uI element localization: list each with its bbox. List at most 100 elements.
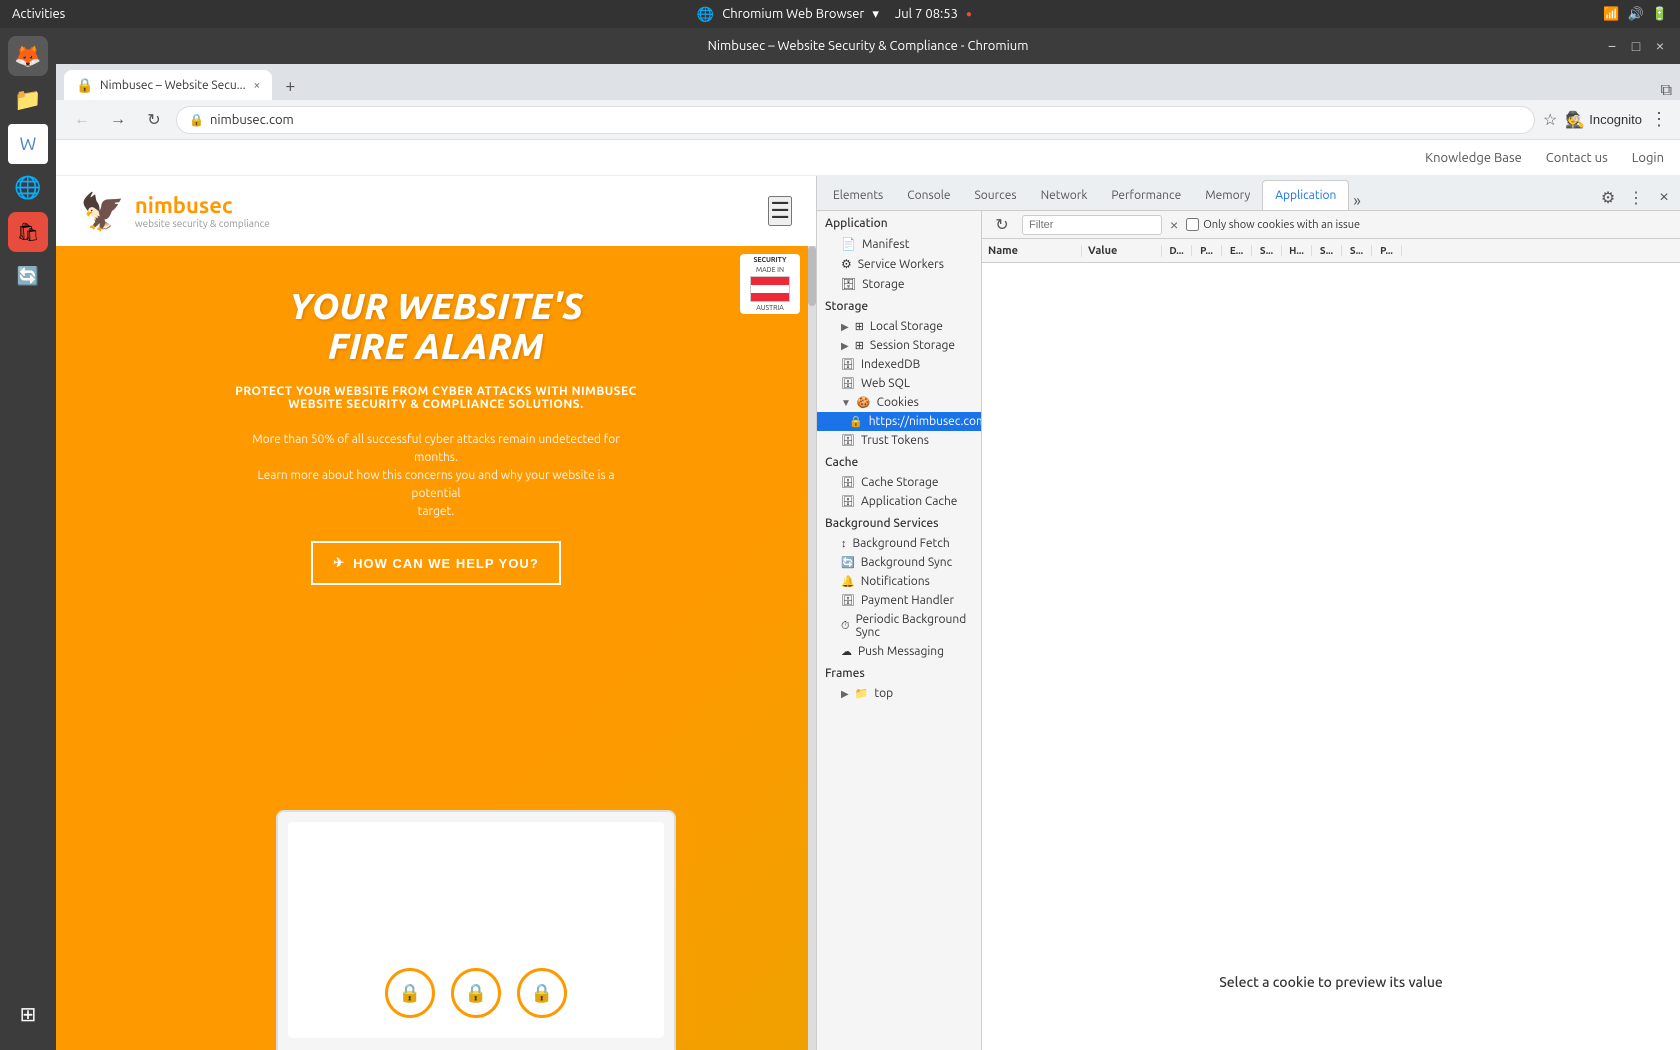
- restore-button[interactable]: ⧉: [1661, 81, 1672, 100]
- cookies-icon: 🍪: [857, 396, 871, 409]
- tab-console[interactable]: Console: [895, 180, 962, 210]
- sidebar-item-manifest[interactable]: 📄 Manifest: [817, 234, 981, 254]
- only-issue-checkbox-label[interactable]: Only show cookies with an issue: [1186, 218, 1360, 231]
- tab-sources[interactable]: Sources: [962, 180, 1028, 210]
- sidebar-item-session-storage[interactable]: ▶ ⊞ Session Storage: [817, 336, 981, 355]
- sidebar-item-cookies[interactable]: ▼ 🍪 Cookies: [817, 393, 981, 412]
- sidebar-item-nimbusec-cookie[interactable]: 🔒 https://nimbusec.com: [817, 412, 981, 431]
- tab-performance[interactable]: Performance: [1099, 180, 1193, 210]
- sidebar-item-app-cache[interactable]: 🗄 Application Cache: [817, 492, 981, 511]
- hero-section: SECURITY MADE IN AUSTRIA YOUR WEBSITE'SF…: [56, 246, 816, 1050]
- hero-visual: 🔒 🔒 🔒: [186, 770, 686, 1050]
- storage-label: Storage: [862, 278, 904, 291]
- url-bar[interactable]: 🔒 nimbusec.com: [176, 106, 1535, 134]
- tab-memory[interactable]: Memory: [1193, 180, 1262, 210]
- tab-elements-label: Elements: [833, 189, 883, 202]
- hamburger-menu-button[interactable]: ☰: [768, 196, 792, 226]
- forward-button[interactable]: →: [104, 106, 132, 134]
- dock-icon-chromium[interactable]: 🌐: [8, 168, 48, 208]
- tab-network[interactable]: Network: [1029, 180, 1100, 210]
- sidebar-section-background: Background Services: [817, 511, 981, 534]
- nav-login[interactable]: Login: [1632, 151, 1664, 165]
- dock-icon-files[interactable]: 📁: [8, 80, 48, 120]
- col-p2-header: P...: [1372, 245, 1402, 256]
- dock: 🦊 📁 W 🌐 🛍 🔄 ⊞: [0, 28, 56, 1050]
- main-content: 🦅 nimbusec website security & compliance…: [56, 176, 1680, 1050]
- session-storage-label: Session Storage: [870, 339, 955, 352]
- hero-body: More than 50% of all successful cyber at…: [236, 431, 636, 521]
- cta-button[interactable]: ✈ HOW CAN WE HELP YOU?: [311, 541, 561, 585]
- incognito-label: Incognito: [1589, 112, 1642, 127]
- bookmark-button[interactable]: ☆: [1543, 110, 1557, 130]
- tab-application[interactable]: Application: [1262, 180, 1349, 210]
- bg-sync-label: Background Sync: [861, 556, 952, 569]
- notifications-icon: 🔔: [841, 575, 855, 588]
- sidebar-item-bg-fetch[interactable]: ↕ Background Fetch: [817, 534, 981, 553]
- website-area: 🦅 nimbusec website security & compliance…: [56, 176, 816, 1050]
- browser-tab[interactable]: 🔒 Nimbusec – Website Secu... ×: [64, 70, 272, 100]
- close-button[interactable]: ×: [1652, 38, 1668, 54]
- app-dropdown-icon[interactable]: ▾: [872, 7, 879, 22]
- new-tab-button[interactable]: +: [276, 72, 304, 100]
- devtools-more-button[interactable]: ⋮: [1624, 186, 1648, 210]
- reload-button[interactable]: ↻: [140, 106, 168, 134]
- sidebar-item-payment-handler[interactable]: 🗄 Payment Handler: [817, 591, 981, 610]
- austria-flag: [750, 276, 790, 302]
- dock-icon-firefox[interactable]: 🦊: [8, 36, 48, 76]
- nav-knowledge-base[interactable]: Knowledge Base: [1425, 151, 1522, 165]
- app-cache-label: Application Cache: [861, 495, 957, 508]
- sidebar-item-periodic-bg-sync[interactable]: ⏱ Periodic Background Sync: [817, 610, 981, 642]
- maximize-button[interactable]: □: [1628, 38, 1644, 54]
- dock-icon-writer[interactable]: W: [8, 124, 48, 164]
- devtools-close-button[interactable]: ×: [1652, 186, 1676, 210]
- browser-menu-button[interactable]: ⋮: [1650, 109, 1668, 130]
- tab-overflow-button[interactable]: »: [1349, 192, 1365, 210]
- sidebar-item-web-sql[interactable]: 🗄 Web SQL: [817, 374, 981, 393]
- only-issue-checkbox[interactable]: [1186, 218, 1199, 231]
- refresh-cookies-button[interactable]: ↻: [990, 213, 1014, 237]
- trust-tokens-icon: 🗄: [841, 434, 855, 447]
- sidebar-item-cache-storage[interactable]: 🗄 Cache Storage: [817, 473, 981, 492]
- website-nav: Knowledge Base Contact us Login: [56, 140, 1680, 176]
- payment-handler-label: Payment Handler: [861, 594, 954, 607]
- col-e-header: E...: [1222, 245, 1252, 256]
- logo-text: nimbusec website security & compliance: [135, 193, 270, 229]
- manifest-label: Manifest: [862, 238, 909, 251]
- devtools-settings-button[interactable]: ⚙: [1596, 186, 1620, 210]
- filter-clear-button[interactable]: ×: [1170, 217, 1178, 233]
- devtools-sidebar: Application 📄 Manifest ⚙ Service Workers…: [817, 211, 982, 1050]
- sidebar-item-service-workers[interactable]: ⚙ Service Workers: [817, 254, 981, 274]
- sidebar-item-indexed-db[interactable]: 🗄 IndexedDB: [817, 355, 981, 374]
- sidebar-item-bg-sync[interactable]: 🔄 Background Sync: [817, 553, 981, 572]
- devtools-tabs: Elements Console Sources Network Perform…: [817, 176, 1680, 211]
- minimize-button[interactable]: −: [1604, 38, 1620, 54]
- dock-icon-apps[interactable]: ⊞: [8, 994, 48, 1034]
- hero-subtitle: PROTECT YOUR WEBSITE FROM CYBER ATTACKS …: [235, 385, 637, 411]
- col-h-header: H...: [1282, 245, 1312, 256]
- sidebar-item-local-storage[interactable]: ▶ ⊞ Local Storage: [817, 317, 981, 336]
- local-storage-label: Local Storage: [870, 320, 943, 333]
- website-scrollbar[interactable]: [808, 246, 816, 1050]
- activities-label[interactable]: Activities: [12, 7, 65, 21]
- tab-close-button[interactable]: ×: [254, 79, 261, 92]
- nav-contact-us[interactable]: Contact us: [1546, 151, 1608, 165]
- back-button[interactable]: ←: [68, 106, 96, 134]
- sidebar-item-top-frame[interactable]: ▶ 📁 top: [817, 684, 981, 703]
- sidebar-item-push-messaging[interactable]: ☁ Push Messaging: [817, 642, 981, 661]
- bg-fetch-icon: ↕: [841, 538, 847, 550]
- dock-icon-software[interactable]: 🛍: [8, 212, 48, 252]
- sidebar-item-notifications[interactable]: 🔔 Notifications: [817, 572, 981, 591]
- sidebar-item-storage[interactable]: 🗄 Storage: [817, 274, 981, 294]
- tab-application-label: Application: [1275, 189, 1336, 202]
- tab-elements[interactable]: Elements: [821, 180, 895, 210]
- incognito-icon: 🕵️: [1565, 110, 1585, 130]
- dock-icon-update[interactable]: 🔄: [8, 256, 48, 296]
- filter-input[interactable]: [1022, 215, 1162, 235]
- sidebar-item-trust-tokens[interactable]: 🗄 Trust Tokens: [817, 431, 981, 450]
- local-storage-icon: ⊞: [855, 320, 864, 333]
- browser-titlebar: Nimbusec – Website Security & Compliance…: [56, 28, 1680, 64]
- incognito-button[interactable]: 🕵️ Incognito: [1565, 110, 1642, 130]
- address-bar-right: ☆ 🕵️ Incognito ⋮: [1543, 109, 1668, 130]
- bg-sync-icon: 🔄: [841, 556, 855, 569]
- badge-line3: AUSTRIA: [756, 304, 784, 312]
